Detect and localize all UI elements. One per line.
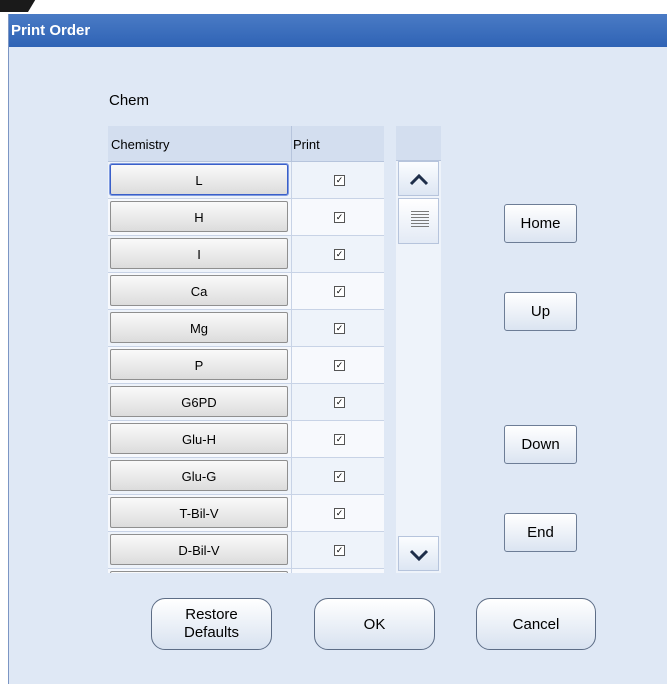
- print-checkbox[interactable]: ✓: [334, 323, 345, 334]
- print-checkbox[interactable]: ✓: [334, 545, 345, 556]
- table-row: Ca ✓: [108, 273, 384, 310]
- print-cell: ✓: [291, 421, 384, 457]
- chemistry-button[interactable]: Ca: [110, 275, 288, 306]
- table-row: D-Bil-V ✓: [108, 532, 384, 569]
- table-row: L ✓: [108, 162, 384, 199]
- down-button[interactable]: Down: [504, 425, 577, 464]
- chemistry-button[interactable]: D-Bil-V: [110, 534, 288, 565]
- scroll-up-button[interactable]: [398, 161, 439, 196]
- print-cell: ✓: [291, 384, 384, 420]
- table-row: [108, 569, 384, 573]
- print-checkbox[interactable]: ✓: [334, 212, 345, 223]
- header-divider: [291, 126, 292, 161]
- up-button[interactable]: Up: [504, 292, 577, 331]
- section-label: Chem: [109, 92, 150, 109]
- grip-icon: [411, 211, 429, 229]
- print-cell: ✓: [291, 199, 384, 235]
- end-button[interactable]: End: [504, 513, 577, 552]
- print-cell: ✓: [291, 532, 384, 568]
- print-checkbox[interactable]: ✓: [334, 286, 345, 297]
- chemistry-grid: Chemistry Print L ✓ H ✓ I ✓ Ca ✓ Mg ✓ P ✓ G6PD ✓ Glu-H…: [108, 126, 384, 573]
- table-row: H ✓: [108, 199, 384, 236]
- table-row: T-Bil-V ✓: [108, 495, 384, 532]
- chemistry-button[interactable]: P: [110, 349, 288, 380]
- chemistry-button[interactable]: Glu-G: [110, 460, 288, 491]
- print-checkbox[interactable]: ✓: [334, 360, 345, 371]
- chemistry-button[interactable]: I: [110, 238, 288, 269]
- table-row: Glu-G ✓: [108, 458, 384, 495]
- chemistry-button[interactable]: H: [110, 201, 288, 232]
- header-chemistry: Chemistry: [111, 137, 170, 152]
- cancel-button[interactable]: Cancel: [476, 598, 596, 650]
- chemistry-button[interactable]: Mg: [110, 312, 288, 343]
- print-checkbox[interactable]: ✓: [334, 249, 345, 260]
- table-row: G6PD ✓: [108, 384, 384, 421]
- restore-label-line2: Defaults: [183, 624, 240, 641]
- scroll-down-button[interactable]: [398, 536, 439, 571]
- restore-label-line1: Restore: [185, 606, 238, 623]
- chemistry-button[interactable]: L: [109, 163, 289, 196]
- top-strip: [0, 0, 667, 14]
- print-checkbox[interactable]: ✓: [334, 508, 345, 519]
- print-cell: [291, 569, 384, 573]
- chemistry-button[interactable]: G6PD: [110, 386, 288, 417]
- title-bar: Print Order: [9, 14, 667, 47]
- chevron-up-icon: [409, 173, 429, 186]
- home-button[interactable]: Home: [504, 204, 577, 243]
- scroll-thumb[interactable]: [398, 198, 439, 244]
- print-cell: ✓: [291, 310, 384, 346]
- grid-header: Chemistry Print: [108, 126, 384, 162]
- print-cell: ✓: [291, 347, 384, 383]
- table-row: Glu-H ✓: [108, 421, 384, 458]
- restore-defaults-label: Restore Defaults: [184, 606, 239, 642]
- chevron-down-icon: [409, 549, 429, 562]
- restore-defaults-button[interactable]: Restore Defaults: [151, 598, 272, 650]
- print-checkbox[interactable]: ✓: [334, 471, 345, 482]
- print-cell: ✓: [291, 495, 384, 531]
- table-row: P ✓: [108, 347, 384, 384]
- print-cell: ✓: [291, 162, 384, 198]
- print-cell: ✓: [291, 458, 384, 494]
- window-title: Print Order: [11, 22, 91, 39]
- print-cell: ✓: [291, 273, 384, 309]
- ok-button[interactable]: OK: [314, 598, 435, 650]
- scroll-track-header: [396, 126, 441, 161]
- print-checkbox[interactable]: ✓: [334, 175, 345, 186]
- table-row: Mg ✓: [108, 310, 384, 347]
- chemistry-button[interactable]: T-Bil-V: [110, 497, 288, 528]
- print-checkbox[interactable]: ✓: [334, 434, 345, 445]
- header-print: Print: [293, 137, 320, 152]
- print-cell: ✓: [291, 236, 384, 272]
- print-checkbox[interactable]: ✓: [334, 397, 345, 408]
- chemistry-button[interactable]: Glu-H: [110, 423, 288, 454]
- table-row: I ✓: [108, 236, 384, 273]
- background-fragment: [0, 0, 40, 12]
- grid-scrollbar[interactable]: [396, 126, 441, 573]
- chemistry-button[interactable]: [110, 571, 288, 573]
